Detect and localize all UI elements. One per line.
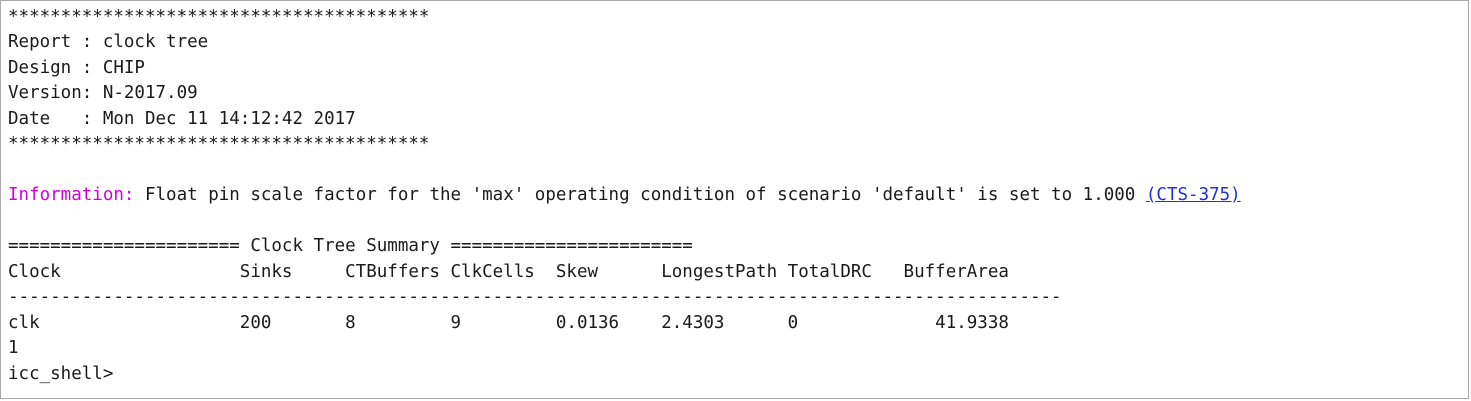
report-line: Report : clock tree (8, 32, 209, 52)
design-line: Design : CHIP (8, 58, 145, 78)
return-value: 1 (8, 338, 19, 358)
summary-header-row: Clock Sinks CTBuffers ClkCells Skew Long… (8, 262, 1009, 282)
separator-stars-top: **************************************** (8, 7, 430, 27)
information-message: Float pin scale factor for the 'max' ope… (134, 185, 1146, 205)
summary-data-row: clk 200 8 9 0.0136 2.4303 0 41.9338 (8, 313, 1009, 333)
shell-prompt[interactable]: icc_shell> (8, 364, 113, 384)
summary-separator: ----------------------------------------… (8, 287, 1062, 307)
information-label: Information: (8, 185, 135, 205)
separator-stars-bottom: **************************************** (8, 134, 430, 154)
cts-375-link[interactable]: (CTS-375) (1146, 185, 1241, 205)
date-line: Date : Mon Dec 11 14:12:42 2017 (8, 109, 356, 129)
information-line: Information: Float pin scale factor for … (8, 185, 1241, 205)
terminal-window[interactable]: ****************************************… (0, 0, 1469, 399)
version-line: Version: N-2017.09 (8, 83, 198, 103)
summary-title: ====================== Clock Tree Summar… (8, 236, 693, 256)
